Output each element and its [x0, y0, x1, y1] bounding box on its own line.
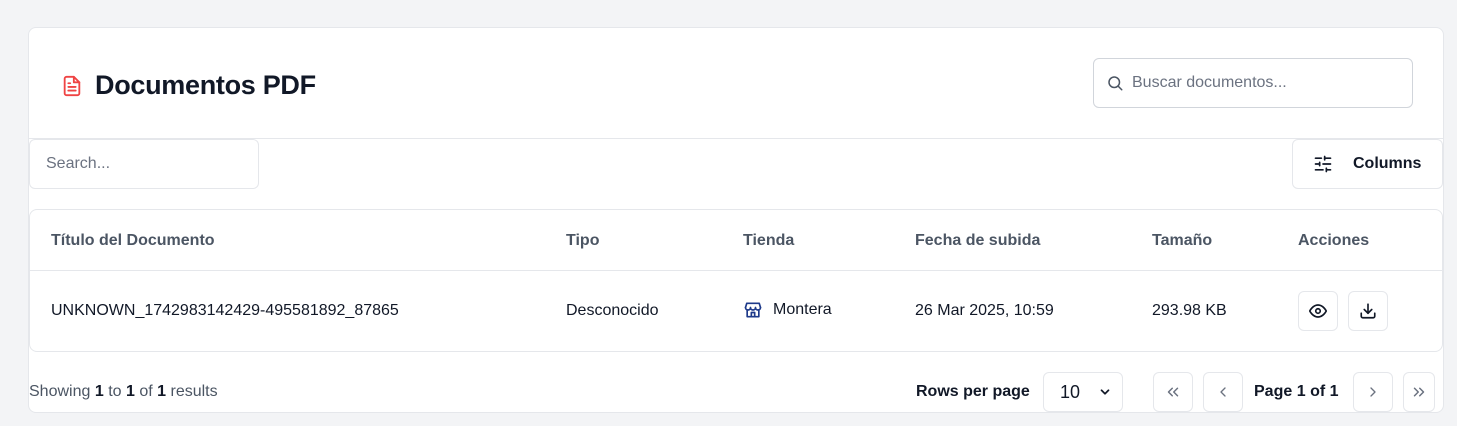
document-store-cell: Montera — [743, 300, 832, 320]
current-page: 1 — [1296, 383, 1306, 400]
document-size-cell: 293.98 KB — [1152, 302, 1227, 319]
document-title-cell: UNKNOWN_1742983142429-495581892_87865 — [51, 302, 399, 319]
document-type-cell: Desconocido — [566, 302, 659, 319]
showing-label: Showing — [29, 383, 91, 400]
results-label: results — [170, 383, 218, 400]
eye-icon — [1309, 302, 1327, 320]
table-search-input[interactable] — [46, 155, 246, 173]
results-to: 1 — [125, 383, 135, 400]
view-button[interactable] — [1298, 291, 1338, 331]
last-page-button[interactable] — [1403, 372, 1435, 412]
chevrons-left-icon — [1164, 383, 1182, 401]
column-header-size[interactable]: Tamaño — [1152, 232, 1212, 250]
title-wrap: Documentos PDF — [61, 70, 316, 101]
to-label: to — [108, 383, 122, 400]
page-title: Documentos PDF — [95, 70, 316, 100]
columns-button-label: Columns — [1353, 155, 1422, 172]
total-pages: 1 — [1329, 383, 1339, 400]
documents-table: Título del Documento Tipo Tienda Fecha d… — [29, 209, 1443, 352]
chevron-down-icon — [1098, 385, 1112, 399]
chevron-left-icon — [1215, 384, 1231, 400]
download-icon — [1359, 302, 1377, 320]
page-label: Page — [1254, 383, 1293, 400]
column-header-type[interactable]: Tipo — [566, 232, 599, 250]
rows-per-page-label: Rows per page — [916, 383, 1030, 400]
page-indicator: Page 1 of 1 — [1254, 383, 1339, 401]
columns-button[interactable]: Columns — [1292, 139, 1443, 189]
next-page-button[interactable] — [1353, 372, 1393, 412]
page-of-label: of — [1310, 383, 1326, 400]
file-text-icon — [61, 75, 83, 97]
results-summary: Showing 1 to 1 of 1 results — [29, 383, 218, 401]
first-page-button[interactable] — [1153, 372, 1193, 412]
chevron-right-icon — [1365, 384, 1381, 400]
rows-per-page-value: 10 — [1060, 381, 1081, 402]
store-name: Montera — [773, 301, 832, 318]
document-search-box[interactable] — [1093, 58, 1413, 108]
column-header-title[interactable]: Título del Documento — [51, 232, 215, 250]
search-icon — [1106, 74, 1124, 92]
previous-page-button[interactable] — [1203, 372, 1243, 412]
documents-card: Documentos PDF Columns — [28, 27, 1444, 413]
sliders-icon — [1313, 154, 1333, 174]
results-from: 1 — [94, 383, 104, 400]
chevrons-right-icon — [1410, 383, 1428, 401]
of-label: of — [139, 383, 153, 400]
table-search-box[interactable] — [29, 139, 259, 189]
card-header: Documentos PDF — [29, 28, 1443, 139]
download-button[interactable] — [1348, 291, 1388, 331]
column-header-upload-date[interactable]: Fecha de subida — [915, 232, 1040, 250]
store-icon — [743, 300, 763, 320]
table-row: UNKNOWN_1742983142429-495581892_87865 De… — [30, 271, 1442, 352]
rows-per-page-select[interactable]: 10 — [1043, 372, 1123, 412]
document-search-input[interactable] — [1132, 74, 1392, 92]
results-total: 1 — [157, 383, 167, 400]
column-header-store[interactable]: Tienda — [743, 232, 794, 250]
column-header-actions: Acciones — [1298, 232, 1370, 249]
table-header: Título del Documento Tipo Tienda Fecha d… — [30, 210, 1442, 271]
document-date-cell: 26 Mar 2025, 10:59 — [915, 302, 1054, 319]
